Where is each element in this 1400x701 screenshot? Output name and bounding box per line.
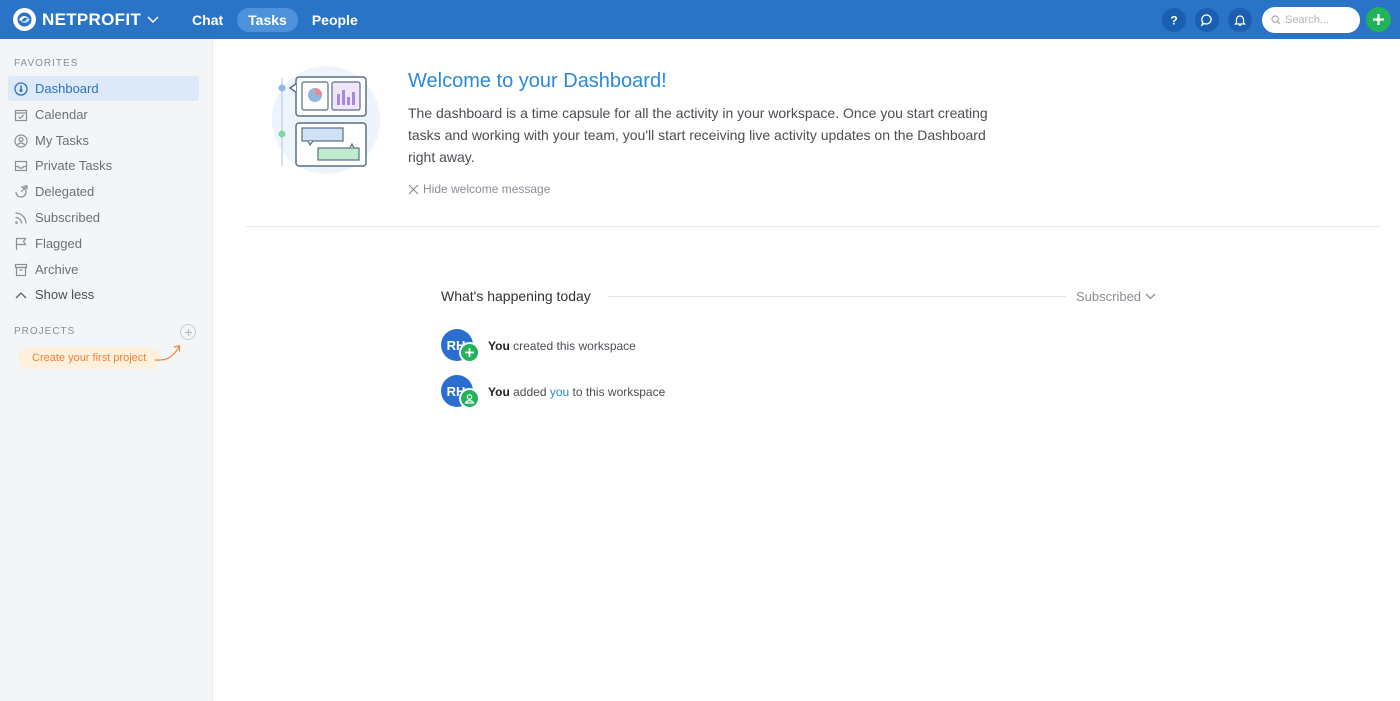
- hide-welcome-button[interactable]: Hide welcome message: [408, 182, 550, 196]
- activity-item: RH You created this workspace: [441, 329, 636, 363]
- activity-item: RH You added you to this workspace: [441, 375, 665, 409]
- brand-menu[interactable]: NETPROFIT: [13, 8, 159, 31]
- feed-filter-dropdown[interactable]: Subscribed: [1076, 289, 1156, 304]
- main-nav: Chat Tasks People: [181, 7, 372, 32]
- nav-tasks[interactable]: Tasks: [237, 7, 298, 32]
- plus-icon: [1373, 14, 1384, 25]
- user-icon: [14, 133, 28, 148]
- search-box[interactable]: [1262, 6, 1360, 33]
- calendar-icon: [14, 108, 28, 122]
- welcome-title: Welcome to your Dashboard!: [408, 70, 667, 92]
- section-divider: [246, 226, 1381, 227]
- activity-description: to this workspace: [572, 385, 666, 399]
- delegate-icon: [14, 184, 28, 199]
- show-less-toggle[interactable]: Show less: [8, 282, 199, 307]
- nav-chat[interactable]: Chat: [181, 8, 234, 32]
- activity-actor: You: [488, 385, 510, 399]
- dashboard-icon: [14, 81, 28, 96]
- feed-filter-label: Subscribed: [1076, 289, 1142, 304]
- dashboard-illustration: [272, 66, 380, 174]
- activity-link-you[interactable]: you: [550, 385, 569, 399]
- sidebar-item-label: Archive: [35, 262, 79, 277]
- flag-icon: [14, 237, 28, 251]
- chat-bubble-icon[interactable]: [1195, 7, 1219, 32]
- projects-label: PROJECTS: [14, 326, 76, 337]
- svg-text:?: ?: [1170, 13, 1177, 27]
- activity-verb: added: [513, 385, 547, 399]
- close-icon: [408, 184, 419, 194]
- welcome-text: The dashboard is a time capsule for all …: [408, 105, 988, 165]
- activity-text: You created this workspace: [488, 339, 636, 353]
- activity-description: created this workspace: [513, 339, 636, 353]
- archive-icon: [14, 263, 28, 277]
- sidebar-item-delegated[interactable]: Delegated: [8, 179, 199, 204]
- top-actions: ?: [1153, 0, 1400, 39]
- netprofit-logo-icon: [13, 8, 36, 31]
- sidebar-item-calendar[interactable]: Calendar: [8, 102, 199, 127]
- sidebar-item-label: Subscribed: [35, 210, 101, 225]
- sidebar-item-label: Flagged: [35, 236, 82, 251]
- sidebar-item-label: Show less: [35, 287, 95, 302]
- sidebar-item-label: My Tasks: [35, 133, 89, 148]
- add-project-button[interactable]: [180, 324, 196, 340]
- arrow-doodle-icon: [154, 345, 181, 361]
- nav-people[interactable]: People: [301, 8, 369, 32]
- help-icon[interactable]: ?: [1162, 7, 1186, 32]
- rss-icon: [14, 211, 28, 225]
- feed-divider: [608, 296, 1066, 297]
- inbox-icon: [14, 159, 28, 173]
- favorites-label: FAVORITES: [14, 58, 79, 69]
- feed-title: What's happening today: [441, 288, 591, 304]
- create-first-project-button[interactable]: Create your first project: [18, 347, 161, 369]
- bell-icon[interactable]: [1228, 7, 1252, 32]
- activity-actor: You: [488, 339, 510, 353]
- search-icon: [1271, 14, 1281, 24]
- chevron-down-icon: [147, 15, 159, 24]
- chevron-up-icon: [14, 288, 28, 302]
- sidebar-item-label: Calendar: [35, 107, 88, 122]
- main-content: Welcome to your Dashboard! The dashboard…: [213, 39, 1400, 701]
- brand-name: NETPROFIT: [42, 9, 142, 29]
- search-input[interactable]: [1285, 13, 1355, 26]
- sidebar-item-dashboard[interactable]: Dashboard: [8, 76, 199, 101]
- sidebar-item-flagged[interactable]: Flagged: [8, 231, 199, 256]
- add-button[interactable]: [1366, 7, 1391, 32]
- sidebar-item-label: Private Tasks: [35, 158, 113, 173]
- sidebar-item-subscribed[interactable]: Subscribed: [8, 205, 199, 230]
- chevron-down-icon: [1145, 293, 1156, 300]
- sidebar: FAVORITES Dashboard Calendar My Tasks Pr…: [0, 39, 213, 701]
- sidebar-item-archive[interactable]: Archive: [8, 257, 199, 282]
- sidebar-item-label: Delegated: [35, 184, 95, 199]
- user-icon: [459, 388, 480, 409]
- sidebar-item-my-tasks[interactable]: My Tasks: [8, 128, 199, 153]
- plus-icon: [459, 342, 480, 363]
- top-bar: NETPROFIT Chat Tasks People ?: [0, 0, 1400, 39]
- sidebar-item-label: Dashboard: [35, 81, 99, 96]
- hide-welcome-label: Hide welcome message: [423, 182, 551, 196]
- activity-text: You added you to this workspace: [488, 385, 665, 399]
- sidebar-item-private-tasks[interactable]: Private Tasks: [8, 153, 199, 178]
- plus-icon: [184, 328, 192, 336]
